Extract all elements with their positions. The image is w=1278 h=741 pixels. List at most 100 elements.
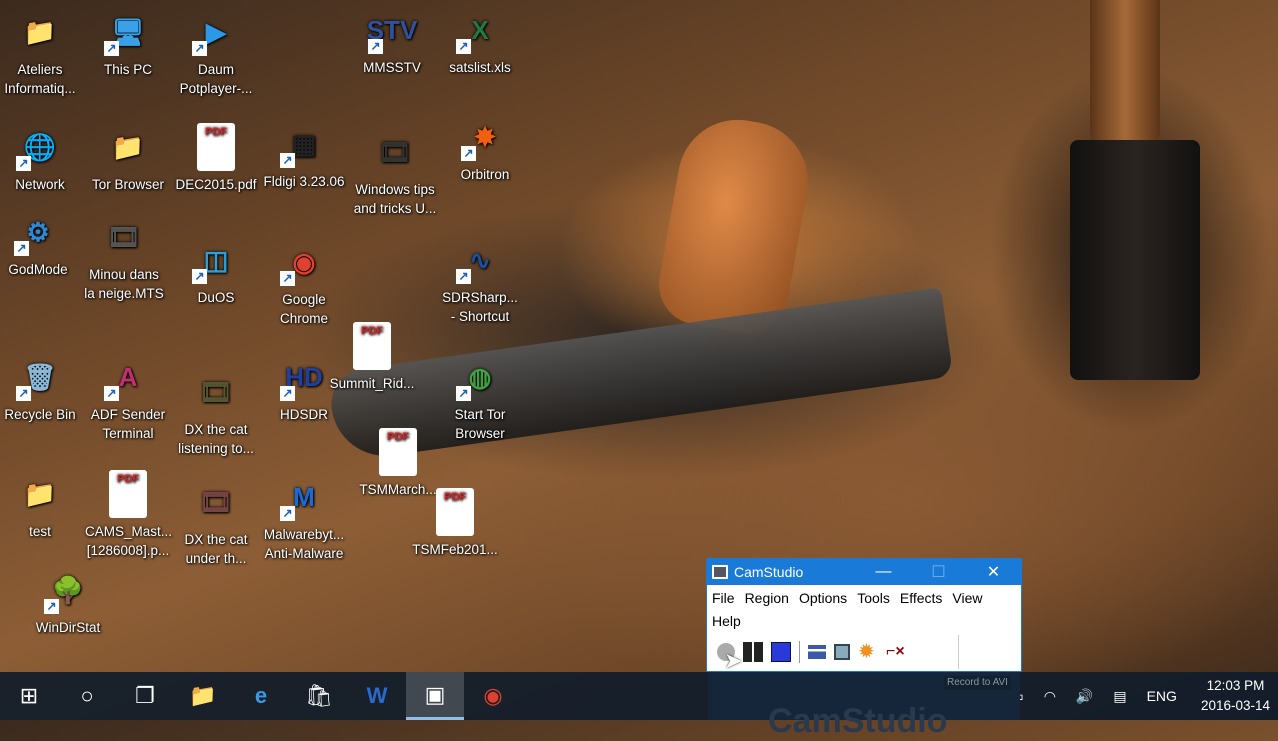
edge-icon[interactable]: e bbox=[232, 672, 290, 720]
desktop-icon[interactable]: M ↗ Malwarebyt... Anti-Malware bbox=[261, 473, 347, 563]
desktop-icon-label: SDRSharp... - Shortcut bbox=[442, 290, 518, 324]
stop-button[interactable] bbox=[771, 642, 791, 662]
chrome-icon[interactable]: ◉ bbox=[464, 672, 522, 720]
desktop-icon-label: WinDirStat bbox=[35, 620, 101, 635]
desktop-icon[interactable]: 🎞 DX the cat listening to... bbox=[173, 368, 259, 458]
desktop-icon[interactable]: 📁 Ateliers Informatiq... bbox=[0, 8, 83, 98]
title-bar[interactable]: CamStudio — ☐ ✕ bbox=[707, 559, 1021, 585]
desktop-icon-label: Daum Potplayer-... bbox=[179, 62, 253, 96]
desktop-icon-label: ADF Sender Terminal bbox=[90, 407, 166, 441]
desktop-icon[interactable]: 🖥 ↗ This PC bbox=[85, 8, 171, 79]
desktop-icon[interactable]: PDF DEC2015.pdf bbox=[173, 123, 259, 194]
menu-help[interactable]: Help bbox=[712, 610, 747, 633]
shortcut-arrow-icon: ↗ bbox=[456, 386, 471, 401]
desktop-icon-label: DuOS bbox=[197, 290, 235, 305]
menu-effects[interactable]: Effects bbox=[900, 587, 949, 610]
desktop-icon[interactable]: 🎞 Windows tips and tricks U... bbox=[352, 128, 438, 218]
menu-file[interactable]: File bbox=[712, 587, 741, 610]
menu-bar: File Region Options Tools Effects View H… bbox=[707, 585, 1021, 633]
desktop-icon-label: HDSDR bbox=[279, 407, 328, 422]
close-button[interactable]: ✕ bbox=[966, 562, 1021, 582]
orbitron-icon: ✸ ↗ bbox=[461, 113, 509, 161]
desktop-icon-label: CAMS_Mast... [1286008].p... bbox=[85, 524, 173, 558]
mouse-cursor-icon: ➤ bbox=[724, 648, 743, 673]
word-icon[interactable]: W bbox=[348, 672, 406, 720]
desktop-icon[interactable]: 🌳 ↗ WinDirStat bbox=[25, 566, 111, 637]
sdrsharp-icon: ∿ ↗ bbox=[456, 236, 504, 284]
windirstat-icon: 🌳 ↗ bbox=[44, 566, 92, 614]
desktop-icon[interactable]: ∿ ↗ SDRSharp... - Shortcut bbox=[437, 236, 523, 326]
desktop-icon[interactable]: ▦ ↗ Fldigi 3.23.06 bbox=[261, 120, 347, 191]
file-explorer-icon[interactable]: 📁 bbox=[174, 672, 232, 720]
toolbar-separator bbox=[799, 641, 800, 663]
shortcut-arrow-icon: ↗ bbox=[16, 156, 31, 171]
shortcut-arrow-icon: ↗ bbox=[280, 271, 295, 286]
minimize-button[interactable]: — bbox=[856, 563, 911, 581]
shortcut-arrow-icon: ↗ bbox=[44, 599, 59, 614]
desktop-icon-label: DX the cat under th... bbox=[184, 532, 248, 566]
store-icon[interactable]: 🛍 bbox=[290, 672, 348, 720]
wallpaper-plane-handle bbox=[652, 110, 818, 340]
folder-user-icon: 📁 bbox=[23, 16, 57, 47]
video-options-icon[interactable] bbox=[834, 644, 850, 660]
camstudio-taskbar-icon[interactable]: ▣ bbox=[406, 672, 464, 720]
desktop-icon[interactable]: X ↗ satslist.xls bbox=[437, 6, 523, 77]
task-view-button[interactable]: ❐ bbox=[116, 672, 174, 720]
desktop-icon[interactable]: ◉ ↗ Google Chrome bbox=[261, 238, 347, 328]
pdf-icon: PDF bbox=[353, 322, 391, 370]
maximize-button[interactable]: ☐ bbox=[911, 562, 966, 582]
adf-icon: A ↗ bbox=[104, 353, 152, 401]
chrome-icon: ◉ ↗ bbox=[280, 238, 328, 286]
desktop-icon[interactable]: ⚙ ↗ GodMode bbox=[0, 208, 81, 279]
folder-icon: 📁 bbox=[111, 131, 145, 162]
language-indicator[interactable]: ENG bbox=[1147, 688, 1177, 704]
desktop-icon[interactable]: ✸ ↗ Orbitron bbox=[442, 113, 528, 184]
pdf-icon: PDF bbox=[197, 123, 235, 171]
tooltip: Record to AVI bbox=[944, 676, 1011, 690]
desktop-icon[interactable]: PDF CAMS_Mast... [1286008].p... bbox=[85, 470, 173, 560]
action-center-icon[interactable]: ▤ bbox=[1113, 688, 1126, 705]
toolbar: ✹ ⌐× bbox=[709, 635, 959, 669]
desktop-icon[interactable]: 📁 Tor Browser bbox=[85, 123, 171, 194]
pause-button[interactable] bbox=[743, 642, 763, 662]
desktop-icon[interactable]: 🌐 ↗ Network bbox=[0, 123, 83, 194]
desktop-icon-label: DX the cat listening to... bbox=[178, 422, 254, 456]
menu-view[interactable]: View bbox=[952, 587, 988, 610]
desktop-icon[interactable]: ▶ ↗ Daum Potplayer-... bbox=[173, 8, 259, 98]
menu-tools[interactable]: Tools bbox=[857, 587, 896, 610]
pdf-icon: PDF bbox=[379, 428, 417, 476]
clock[interactable]: 12:03 PM 2016-03-14 bbox=[1201, 676, 1270, 716]
desktop-icon-label: Orbitron bbox=[460, 167, 510, 182]
desktop-icon[interactable]: ◫ ↗ DuOS bbox=[173, 236, 259, 307]
excel-icon: X ↗ bbox=[456, 6, 504, 54]
desktop-icon[interactable]: 🗑 ↗ Recycle Bin bbox=[0, 353, 83, 424]
desktop-icon[interactable]: ◍ ↗ Start Tor Browser bbox=[437, 353, 523, 443]
desktop-icon[interactable]: 🎞 Minou dans la neige.MTS bbox=[81, 213, 167, 303]
desktop-icon[interactable]: HD ↗ HDSDR bbox=[261, 353, 347, 424]
desktop-icon[interactable]: 📁 test bbox=[0, 470, 83, 541]
fldigi-icon: ▦ ↗ bbox=[280, 120, 328, 168]
desktop-icon[interactable]: A ↗ ADF Sender Terminal bbox=[85, 353, 171, 443]
annotation-icon[interactable]: ⌐× bbox=[886, 642, 906, 662]
shortcut-arrow-icon: ↗ bbox=[368, 39, 383, 54]
desktop-icon-label: TSMFeb201... bbox=[412, 542, 498, 557]
shortcut-arrow-icon: ↗ bbox=[461, 146, 476, 161]
desktop-icon[interactable]: PDF TSMFeb201... bbox=[412, 488, 498, 559]
desktop-icon[interactable]: STV ↗ MMSSTV bbox=[349, 6, 435, 77]
desktop-icon-label: This PC bbox=[103, 62, 152, 77]
effects-sun-icon[interactable]: ✹ bbox=[858, 642, 878, 662]
menu-options[interactable]: Options bbox=[799, 587, 853, 610]
wifi-icon[interactable]: ◠ bbox=[1044, 688, 1056, 705]
tor-icon: ◍ ↗ bbox=[456, 353, 504, 401]
region-icon[interactable] bbox=[808, 645, 826, 659]
desktop-icon-label: MMSSTV bbox=[363, 60, 421, 75]
volume-icon[interactable]: 🔊 bbox=[1076, 688, 1093, 705]
network-icon: 🌐 ↗ bbox=[16, 123, 64, 171]
desktop-icon[interactable]: 🎞 DX the cat under th... bbox=[173, 478, 259, 568]
start-button[interactable]: ⊞ bbox=[0, 672, 58, 720]
shortcut-arrow-icon: ↗ bbox=[14, 241, 29, 256]
desktop-icon-label: Start Tor Browser bbox=[454, 407, 506, 441]
menu-region[interactable]: Region bbox=[745, 587, 795, 610]
cortana-search-button[interactable]: ○ bbox=[58, 672, 116, 720]
play-icon: ▶ ↗ bbox=[192, 8, 240, 56]
